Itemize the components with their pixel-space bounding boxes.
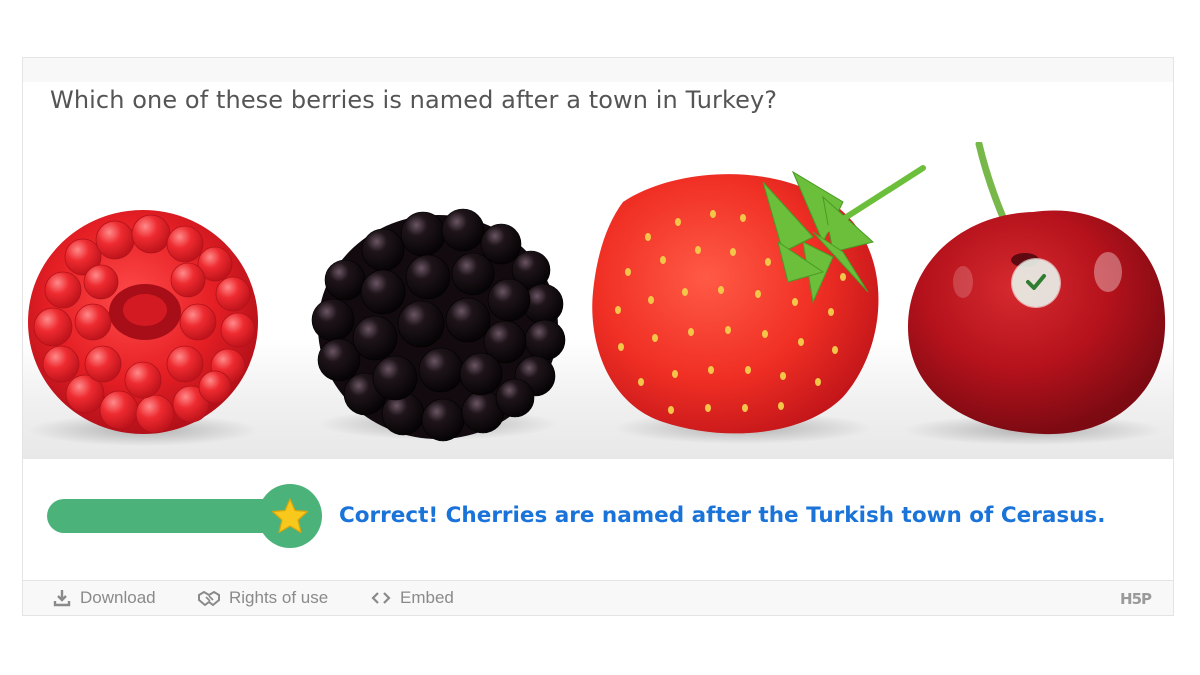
download-icon	[53, 589, 71, 607]
question-text: Which one of these berries is named afte…	[50, 86, 778, 114]
star-icon	[271, 498, 309, 534]
berries-image	[28, 142, 1166, 446]
answer-image-options	[23, 142, 1173, 459]
score-bar	[47, 499, 283, 533]
rights-of-use-label: Rights of use	[229, 588, 329, 607]
rights-of-use-button[interactable]: Rights of use	[198, 588, 328, 608]
download-button[interactable]: Download	[53, 588, 156, 608]
h5p-actions-bar: Download Rights of use Embed H5P	[23, 580, 1173, 615]
raspberry-option	[28, 210, 258, 434]
score-star-badge	[258, 484, 322, 548]
code-icon	[371, 591, 391, 605]
strawberry-option	[592, 165, 926, 434]
blackberry-option	[311, 208, 566, 442]
download-label: Download	[80, 588, 156, 607]
handshake-icon	[198, 589, 220, 607]
h5p-logo[interactable]: H5P	[1120, 590, 1152, 608]
question-header: Which one of these berries is named afte…	[23, 58, 1173, 142]
checkmark-icon	[1026, 274, 1046, 290]
h5p-content-frame: Which one of these berries is named afte…	[22, 57, 1174, 616]
feedback-text: Correct! Cherries are named after the Tu…	[339, 503, 1106, 528]
selected-answer-badge	[1012, 259, 1060, 307]
result-area: Correct! Cherries are named after the Tu…	[23, 459, 1173, 581]
embed-button[interactable]: Embed	[371, 588, 454, 608]
embed-label: Embed	[400, 588, 454, 607]
